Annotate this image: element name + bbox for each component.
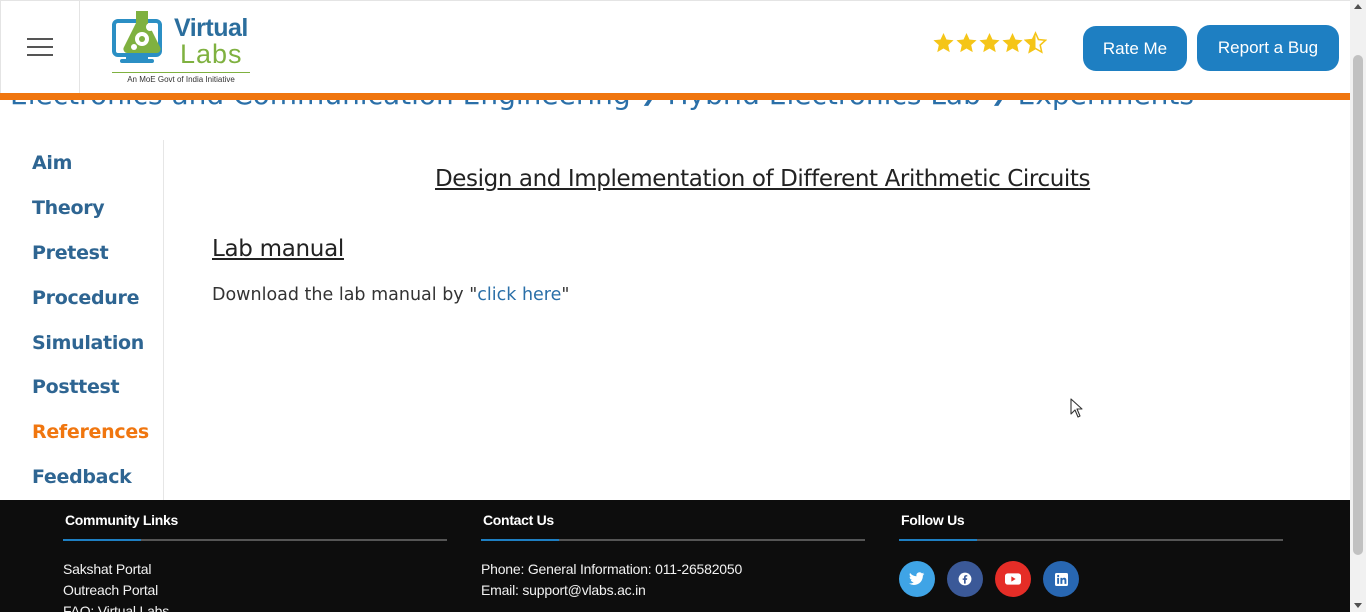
footer-heading-community: Community Links (65, 512, 178, 528)
lab-manual-suffix: " (561, 285, 570, 305)
page-scrollbar[interactable] (1350, 0, 1366, 612)
star-rating[interactable] (932, 31, 1047, 55)
contact-info: Phone: General Information: 011-26582050… (481, 559, 865, 601)
footer-contact: Contact Us Phone: General Information: 0… (481, 512, 865, 601)
scroll-down-arrow-icon[interactable] (1354, 603, 1362, 608)
lab-manual-prefix: Download the lab manual by " (212, 285, 478, 305)
youtube-icon (1005, 573, 1021, 585)
twitter-button[interactable] (899, 561, 935, 597)
sidebar-item-simulation[interactable]: Simulation (32, 332, 144, 354)
site-header: Virtual Labs An MoE Govt of India Initia… (0, 0, 1350, 94)
star-full-icon (933, 32, 954, 53)
outreach-portal-link[interactable]: Outreach Portal (63, 580, 447, 601)
footer-follow: Follow Us (899, 512, 1283, 597)
sakshat-portal-link[interactable]: Sakshat Portal (63, 559, 447, 580)
virtual-labs-logo[interactable]: Virtual Labs An MoE Govt of India Initia… (80, 1, 283, 94)
twitter-icon (909, 572, 925, 585)
facebook-button[interactable] (947, 561, 983, 597)
site-footer: Community Links Sakshat Portal Outreach … (0, 500, 1350, 612)
scroll-up-arrow-icon[interactable] (1354, 4, 1362, 9)
rate-me-button[interactable]: Rate Me (1083, 26, 1187, 71)
star-full-icon (1002, 32, 1023, 53)
sidebar-item-references[interactable]: References (32, 421, 149, 443)
sidebar-item-feedback[interactable]: Feedback (32, 466, 132, 488)
hamburger-menu-button[interactable] (0, 1, 80, 94)
page: Electronics and Communication Engineerin… (0, 0, 1366, 612)
sidebar-item-pretest[interactable]: Pretest (32, 242, 109, 264)
mouse-cursor-icon (1070, 398, 1083, 418)
logo-word-labs: Labs (180, 39, 243, 69)
logo-flask-icon (112, 11, 162, 63)
logo-tagline: An MoE Govt of India Initiative (112, 72, 250, 84)
footer-community-links: Community Links Sakshat Portal Outreach … (63, 512, 447, 612)
contact-email[interactable]: Email: support@vlabs.ac.in (481, 580, 865, 601)
experiment-title: Design and Implementation of Different A… (435, 166, 1091, 192)
lab-manual-link[interactable]: click here (477, 285, 561, 305)
experiment-sidebar: Aim Theory Pretest Procedure Simulation … (0, 140, 164, 500)
footer-heading-follow: Follow Us (901, 512, 965, 528)
lab-manual-text: Download the lab manual by "click here" (212, 285, 569, 305)
facebook-icon (958, 572, 972, 586)
footer-divider (899, 539, 1283, 541)
hamburger-icon (27, 38, 53, 56)
contact-phone: Phone: General Information: 011-26582050 (481, 561, 743, 577)
youtube-button[interactable] (995, 561, 1031, 597)
community-link-list: Sakshat Portal Outreach Portal FAQ: Virt… (63, 559, 447, 612)
sidebar-item-aim[interactable]: Aim (32, 152, 72, 174)
footer-heading-contact: Contact Us (483, 512, 554, 528)
linkedin-button[interactable] (1043, 561, 1079, 597)
footer-divider (63, 539, 447, 541)
footer-divider (481, 539, 865, 541)
faq-link[interactable]: FAQ: Virtual Labs (63, 601, 447, 612)
social-links (899, 561, 1283, 597)
scrollbar-thumb[interactable] (1353, 55, 1363, 555)
star-full-icon (979, 32, 1000, 53)
sidebar-item-posttest[interactable]: Posttest (32, 376, 120, 398)
report-bug-button[interactable]: Report a Bug (1197, 25, 1339, 71)
sidebar-item-procedure[interactable]: Procedure (32, 287, 139, 309)
linkedin-icon (1054, 572, 1068, 586)
header-accent-bar (0, 93, 1350, 100)
sidebar-item-theory[interactable]: Theory (32, 197, 105, 219)
lab-manual-heading: Lab manual (212, 236, 344, 262)
star-full-icon (956, 32, 977, 53)
star-half-icon (1024, 31, 1047, 54)
